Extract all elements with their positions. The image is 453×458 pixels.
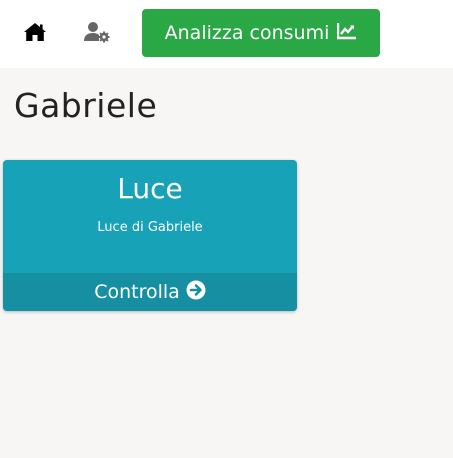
card-check-link[interactable]: Controlla — [3, 273, 297, 311]
analyze-button-label: Analizza consumi — [164, 22, 330, 44]
utility-card: Luce Luce di Gabriele Controlla — [3, 160, 297, 311]
user-cog-icon — [84, 21, 112, 47]
card-footer-label: Controlla — [94, 281, 180, 303]
card-subtitle: Luce di Gabriele — [97, 220, 203, 235]
top-navbar: Analizza consumi — [0, 0, 453, 68]
page-title: Gabriele — [14, 86, 158, 125]
user-settings-button[interactable] — [83, 19, 113, 49]
home-button[interactable] — [20, 19, 50, 49]
card-title: Luce — [117, 172, 183, 205]
line-chart-icon — [337, 22, 357, 45]
arrow-circle-right-icon — [186, 280, 206, 305]
analyze-consumption-button[interactable]: Analizza consumi — [142, 9, 380, 57]
home-icon — [23, 22, 47, 46]
